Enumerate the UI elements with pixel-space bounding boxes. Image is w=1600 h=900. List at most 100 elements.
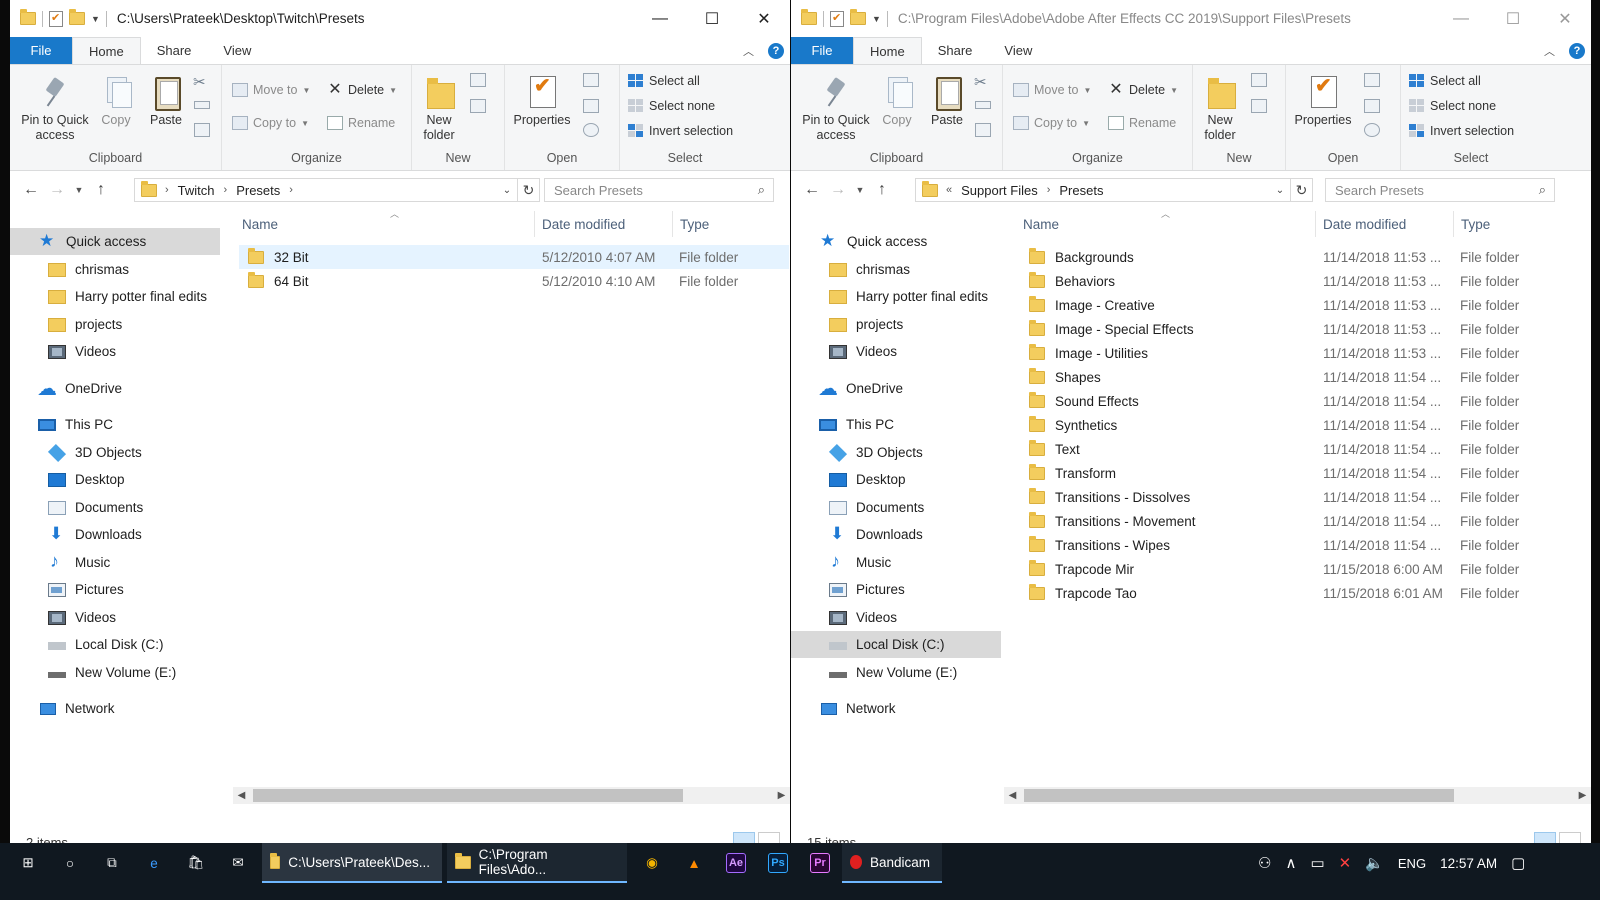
- tab-home[interactable]: Home: [853, 37, 922, 64]
- breadcrumb-support-files[interactable]: Support Files: [955, 183, 1044, 198]
- chevron-right-icon[interactable]: ›: [157, 184, 172, 196]
- close-button[interactable]: ✕: [1539, 0, 1591, 37]
- history-icon[interactable]: [1364, 123, 1380, 137]
- history-icon[interactable]: [583, 123, 599, 137]
- move-to-button[interactable]: Move to ▼: [232, 83, 310, 97]
- file-row[interactable]: 32 Bit 5/12/2010 4:07 AM File folder: [239, 245, 789, 269]
- scroll-left-icon[interactable]: ◀: [1004, 787, 1021, 804]
- tab-share[interactable]: Share: [922, 37, 989, 64]
- file-row[interactable]: Backgrounds 11/14/2018 11:53 ... File fold…: [1020, 245, 1570, 269]
- collapse-ribbon-icon[interactable]: ︿: [743, 43, 754, 59]
- paste-shortcut-icon[interactable]: [194, 123, 210, 137]
- new-folder-icon[interactable]: [69, 9, 85, 25]
- delete-button[interactable]: ✕ Delete ▼: [327, 82, 397, 98]
- breadcrumb-presets[interactable]: Presets: [1053, 183, 1109, 198]
- help-icon[interactable]: ?: [1569, 42, 1585, 59]
- properties-button[interactable]: Properties: [511, 75, 573, 128]
- chevron-right-icon[interactable]: ›: [1044, 184, 1054, 196]
- tab-share[interactable]: Share: [141, 37, 208, 64]
- nav-3d-objects[interactable]: 3D Objects: [791, 439, 1001, 466]
- search-icon[interactable]: ○: [50, 843, 90, 883]
- pin-to-quick-access-button[interactable]: Pin to Quick access: [18, 75, 92, 143]
- up-arrow-icon[interactable]: ↑: [869, 181, 895, 199]
- copy-path-icon[interactable]: [194, 101, 210, 109]
- task-view-icon[interactable]: ⧉: [92, 843, 132, 883]
- nav-videos-quick[interactable]: Videos: [10, 338, 220, 365]
- copy-to-button[interactable]: Copy to ▼: [1013, 116, 1090, 130]
- taskbar-explorer-1[interactable]: C:\Users\Prateek\Des...: [262, 843, 442, 883]
- open-icon[interactable]: [1364, 73, 1380, 87]
- taskbar-bandicam[interactable]: Bandicam: [842, 843, 942, 883]
- new-folder-button[interactable]: New folder: [418, 75, 460, 143]
- maximize-button[interactable]: ☐: [686, 0, 738, 37]
- forward-arrow-icon[interactable]: →: [825, 181, 851, 199]
- pin-to-quick-access-button[interactable]: Pin to Quick access: [799, 75, 873, 143]
- photoshop-icon[interactable]: Ps: [758, 843, 798, 883]
- column-header-name[interactable]: Name: [233, 209, 533, 239]
- nav-videos-quick[interactable]: Videos: [791, 338, 1001, 365]
- nav-network[interactable]: Network: [10, 695, 220, 722]
- scroll-right-icon[interactable]: ▶: [773, 787, 790, 804]
- nav-local-disk[interactable]: Local Disk (C:): [10, 631, 220, 658]
- horizontal-scrollbar[interactable]: ◀ ▶: [1004, 787, 1591, 804]
- help-icon[interactable]: ?: [768, 42, 784, 59]
- new-item-icon[interactable]: [470, 73, 486, 87]
- address-bar[interactable]: › Twitch › Presets › ⌄ ↻: [134, 178, 540, 202]
- new-folder-button[interactable]: New folder: [1199, 75, 1241, 143]
- breadcrumb-twitch[interactable]: Twitch: [172, 183, 221, 198]
- file-row[interactable]: Image - Creative 11/14/2018 11:53 ... File…: [1020, 293, 1570, 317]
- taskbar-explorer-2[interactable]: C:\Program Files\Ado...: [447, 843, 627, 883]
- nav-desktop[interactable]: Desktop: [791, 466, 1001, 493]
- nav-documents[interactable]: Documents: [10, 494, 220, 521]
- overflow-chevron-icon[interactable]: «: [938, 184, 955, 196]
- clock[interactable]: 12:57 AM: [1440, 856, 1497, 871]
- select-all-button[interactable]: Select all: [1409, 74, 1481, 88]
- volume-icon[interactable]: 🔈: [1365, 854, 1384, 872]
- copy-to-button[interactable]: Copy to ▼: [232, 116, 309, 130]
- properties-icon[interactable]: [49, 10, 63, 27]
- search-icon[interactable]: ⌕: [1539, 182, 1546, 198]
- file-row[interactable]: Transitions - Wipes 11/14/2018 11:54 ... F…: [1020, 533, 1570, 557]
- nav-videos[interactable]: Videos: [791, 604, 1001, 631]
- minimize-button[interactable]: —: [634, 0, 686, 37]
- rename-button[interactable]: Rename: [327, 116, 395, 130]
- rename-button[interactable]: Rename: [1108, 116, 1176, 130]
- address-dropdown-icon[interactable]: ⌄: [497, 185, 517, 196]
- nav-onedrive[interactable]: OneDrive: [10, 375, 220, 402]
- nav-harry-potter-final-edits[interactable]: Harry potter final edits: [791, 283, 1001, 310]
- column-header-type[interactable]: Type: [1452, 209, 1572, 239]
- search-icon[interactable]: ⌕: [758, 182, 765, 198]
- copy-button[interactable]: Copy: [879, 75, 915, 128]
- file-row[interactable]: Sound Effects 11/14/2018 11:54 ... File fo…: [1020, 389, 1570, 413]
- mail-icon[interactable]: ✉: [218, 843, 258, 883]
- premiere-icon[interactable]: Pr: [800, 843, 840, 883]
- horizontal-scrollbar[interactable]: ◀ ▶: [233, 787, 790, 804]
- file-row[interactable]: Behaviors 11/14/2018 11:53 ... File folder: [1020, 269, 1570, 293]
- address-bar[interactable]: « Support Files › Presets ⌄ ↻: [915, 178, 1313, 202]
- back-arrow-icon[interactable]: ←: [18, 181, 44, 199]
- scrollbar-thumb[interactable]: [1024, 789, 1454, 802]
- tab-home[interactable]: Home: [72, 37, 141, 64]
- search-input[interactable]: Search Presets ⌕: [1325, 178, 1555, 202]
- nav-3d-objects[interactable]: 3D Objects: [10, 439, 220, 466]
- nav-harry-potter-final-edits[interactable]: Harry potter final edits: [10, 283, 220, 310]
- column-header-date[interactable]: Date modified: [1314, 209, 1452, 239]
- nav-chrismas[interactable]: chrismas: [10, 256, 220, 283]
- new-item-icon[interactable]: [1251, 73, 1267, 87]
- nav-quick-access[interactable]: Quick access: [791, 228, 1001, 255]
- cut-icon[interactable]: ✂: [193, 73, 206, 91]
- search-input[interactable]: Search Presets ⌕: [544, 178, 774, 202]
- column-header-type[interactable]: Type: [671, 209, 790, 239]
- close-button[interactable]: ✕: [738, 0, 790, 37]
- address-dropdown-icon[interactable]: ⌄: [1270, 185, 1290, 196]
- paste-button[interactable]: Paste: [927, 75, 967, 128]
- scroll-right-icon[interactable]: ▶: [1574, 787, 1591, 804]
- notification-icon[interactable]: ▢: [1511, 854, 1525, 872]
- language-indicator[interactable]: ENG: [1398, 856, 1426, 871]
- file-row[interactable]: Synthetics 11/14/2018 11:54 ... File folde…: [1020, 413, 1570, 437]
- easy-access-icon[interactable]: [470, 99, 486, 113]
- copy-button[interactable]: Copy: [98, 75, 134, 128]
- properties-button[interactable]: Properties: [1292, 75, 1354, 128]
- properties-icon[interactable]: [830, 10, 844, 27]
- nav-network[interactable]: Network: [791, 695, 1001, 722]
